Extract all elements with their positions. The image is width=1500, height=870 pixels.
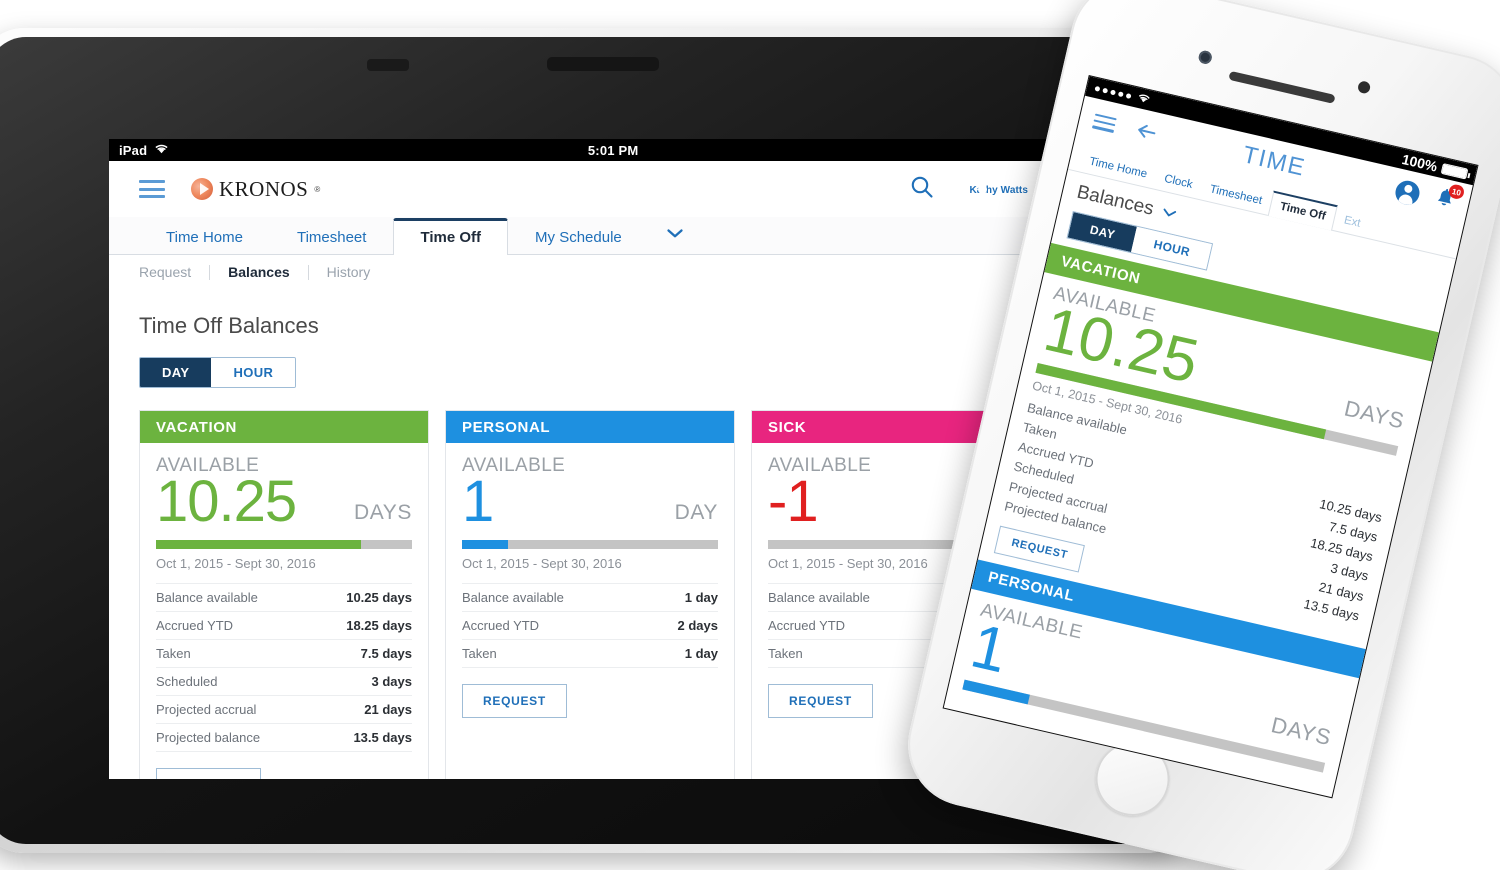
detail-key: Taken <box>462 646 497 661</box>
detail-table-personal: Balance available 1 day Accrued YTD 2 days… <box>462 583 718 668</box>
detail-row: Projected accrual 21 days <box>156 696 412 724</box>
detail-row: Taken 1 day <box>462 640 718 668</box>
available-value-row: 10.25 DAYS <box>156 473 412 531</box>
tab-time-off[interactable]: Time Off <box>393 218 509 255</box>
detail-row: Accrued YTD 2 days <box>462 612 718 640</box>
brand-name: KRONOS <box>219 176 309 201</box>
available-value: 1 <box>964 611 1014 687</box>
detail-row: Balance available 1 day <box>462 583 718 612</box>
front-camera-icon <box>1197 49 1214 66</box>
user-profile[interactable]: Kathy Watts <box>969 180 1028 198</box>
phone-header-actions: 10 <box>1393 177 1466 216</box>
detail-key: Projected balance <box>156 730 261 745</box>
request-button-sick[interactable]: REQUEST <box>768 684 873 718</box>
card-body-personal: AVAILABLE 1 DAY Oct 1, 2015 - Sept 30, 2… <box>446 443 734 736</box>
detail-row: Scheduled 3 days <box>156 668 412 696</box>
detail-row: Accrued YTD 18.25 days <box>156 612 412 640</box>
detail-key: Projected accrual <box>156 702 257 717</box>
detail-table-vacation: Balance available 10.25 days Accrued YTD 1… <box>156 583 412 752</box>
available-value: 10.25 <box>156 469 297 534</box>
subnav-item-balances[interactable]: Balances <box>210 264 307 280</box>
status-bar-time: 5:01 PM <box>587 142 639 158</box>
hamburger-menu-icon[interactable] <box>139 180 165 198</box>
device-label: iPad <box>119 142 148 158</box>
detail-row: Projected balance 13.5 days <box>156 724 412 752</box>
chevron-down-icon[interactable] <box>649 219 701 254</box>
brand-trademark: ® <box>314 184 321 194</box>
card-body-vacation: AVAILABLE 10.25 DAYS Oct 1, 2015 - Sept … <box>140 443 428 779</box>
detail-key: Accrued YTD <box>462 618 540 633</box>
wifi-icon <box>154 143 169 157</box>
detail-value: 21 days <box>364 702 412 717</box>
tablet-volume-button <box>367 59 409 71</box>
available-value: -1 <box>768 469 819 534</box>
unit-toggle-hour[interactable]: HOUR <box>211 358 296 387</box>
sub-navigation: Request Balances History <box>109 255 1109 289</box>
detail-value: 1 day <box>684 646 718 661</box>
screenshot-stage: iPad 5:01 PM KRONOS ® Kathy Watts Time H… <box>0 0 1500 870</box>
tab-my-schedule[interactable]: My Schedule <box>508 220 649 255</box>
period-label: Oct 1, 2015 - Sept 30, 2016 <box>156 556 316 571</box>
available-unit: DAYS <box>353 501 412 524</box>
battery-icon <box>1440 162 1469 180</box>
balance-card-vacation: VACATION AVAILABLE 10.25 DAYS Oct 1, 201… <box>139 410 429 779</box>
available-unit: DAY <box>674 501 718 524</box>
hamburger-menu-icon[interactable] <box>1092 113 1117 133</box>
subnav-item-history[interactable]: History <box>309 264 389 280</box>
detail-key: Balance available <box>462 590 564 605</box>
card-title-vacation: VACATION <box>140 411 428 443</box>
kronos-mark-icon <box>191 178 213 200</box>
detail-row: Taken 7.5 days <box>156 640 412 668</box>
detail-key: Balance available <box>768 590 870 605</box>
progress-bar <box>462 540 718 549</box>
main-tab-bar: Time Home Timesheet Time Off My Schedule <box>109 217 1109 255</box>
detail-value: 2 days <box>677 618 718 633</box>
back-arrow-icon[interactable] <box>1134 120 1162 146</box>
notification-bell-icon[interactable]: 10 <box>1432 183 1466 216</box>
detail-value: 3 days <box>371 674 412 689</box>
chevron-down-icon[interactable] <box>1159 204 1179 223</box>
unit-toggle: DAY HOUR <box>139 357 297 388</box>
detail-key: Scheduled <box>156 674 218 689</box>
tab-time-home[interactable]: Time Home <box>139 220 270 255</box>
detail-key: Accrued YTD <box>768 618 846 633</box>
signal-dots-icon <box>1094 85 1132 99</box>
search-icon[interactable] <box>909 174 935 205</box>
detail-row: Balance available 10.25 days <box>156 583 412 612</box>
app-header: KRONOS ® Kathy Watts 10 <box>109 161 1109 217</box>
progress-bar <box>156 540 412 549</box>
detail-key: Balance available <box>156 590 258 605</box>
available-value-row: 1 DAY <box>462 473 718 531</box>
tablet-power-button <box>547 57 659 71</box>
detail-key: Accrued YTD <box>156 618 234 633</box>
kronos-logo: KRONOS ® <box>191 177 320 202</box>
wifi-icon <box>1136 91 1153 107</box>
detail-value: 10.25 days <box>346 590 412 605</box>
tablet-status-bar: iPad 5:01 PM <box>109 139 1109 161</box>
period-label: Oct 1, 2015 - Sept 30, 2016 <box>462 556 622 571</box>
tab-timesheet[interactable]: Timesheet <box>270 220 393 255</box>
detail-value: 1 day <box>684 590 718 605</box>
page-title: Time Off Balances <box>139 313 319 338</box>
subnav-item-request[interactable]: Request <box>139 264 209 280</box>
unit-toggle-day[interactable]: DAY <box>140 358 212 387</box>
proximity-sensor <box>1356 80 1372 95</box>
card-title-personal: PERSONAL <box>446 411 734 443</box>
detail-value: 18.25 days <box>346 618 412 633</box>
request-button-personal[interactable]: REQUEST <box>462 684 567 718</box>
detail-key: Taken <box>156 646 191 661</box>
available-value: 1 <box>462 469 494 534</box>
balance-card-personal: PERSONAL AVAILABLE 1 DAY Oct 1, 2015 - S… <box>445 410 735 779</box>
detail-value: 7.5 days <box>360 646 412 661</box>
detail-key: Taken <box>768 646 803 661</box>
detail-value: 13.5 days <box>353 730 412 745</box>
earpiece-speaker <box>1228 70 1336 104</box>
request-button-vacation[interactable]: REQUEST <box>156 768 261 779</box>
avatar-icon[interactable] <box>1393 178 1422 208</box>
